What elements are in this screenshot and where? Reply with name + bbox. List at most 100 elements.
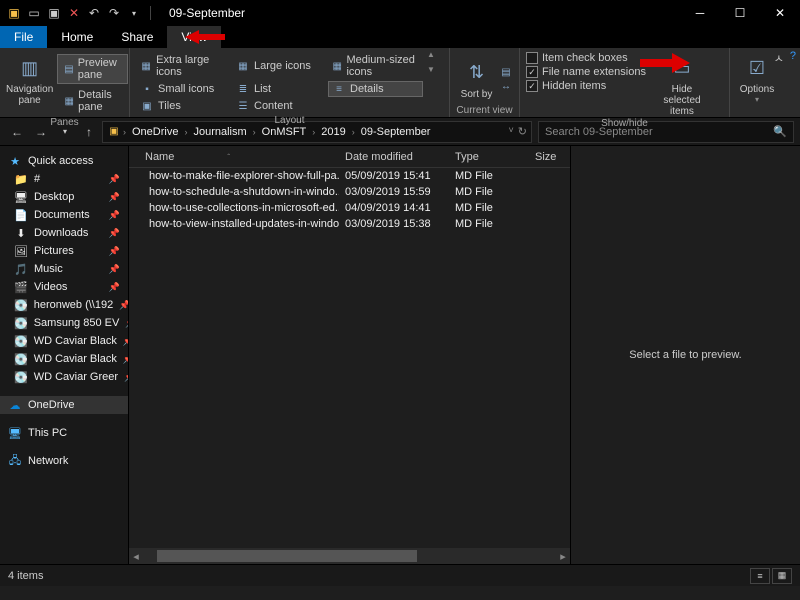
sidebar-thispc[interactable]: 🖥This PC	[0, 424, 128, 442]
tab-file[interactable]: File	[0, 26, 47, 48]
horizontal-scrollbar[interactable]: ◂ ▸	[129, 548, 570, 564]
onedrive-icon: ☁	[8, 398, 22, 412]
sidebar-item-icon: 📁	[14, 172, 28, 186]
view-details-btn[interactable]: ≡	[750, 568, 770, 584]
file-row[interactable]: how-to-use-collections-in-microsoft-ed..…	[129, 200, 570, 216]
view-thumbs-btn[interactable]: ▦	[772, 568, 792, 584]
sidebar-item-icon: 🎵	[14, 262, 28, 276]
file-row[interactable]: how-to-make-file-explorer-show-full-pa..…	[129, 168, 570, 184]
delete-icon[interactable]: ✕	[66, 5, 82, 21]
layout-scroll-up[interactable]: ▲	[427, 50, 435, 59]
layout-list[interactable]: ≣List	[232, 81, 327, 97]
annotation-arrow-view	[185, 28, 225, 46]
layout-medium[interactable]: ▦Medium-sized icons	[328, 52, 423, 80]
status-bar: 4 items ≡ ▦	[0, 564, 800, 586]
small-icon: ▪	[140, 83, 154, 95]
sidebar-item-11[interactable]: 💽WD Caviar Greer📌	[0, 368, 128, 386]
pin-icon: 📌	[109, 228, 120, 239]
quick-access[interactable]: ★Quick access	[0, 152, 128, 170]
sidebar-item-icon: 💽	[14, 334, 28, 348]
sidebar-item-2[interactable]: 📄Documents📌	[0, 206, 128, 224]
col-name[interactable]: Name ˆ	[139, 151, 339, 163]
large-icon: ▦	[236, 60, 250, 72]
sidebar-item-icon: 💽	[14, 352, 28, 366]
status-count: 4 items	[8, 570, 43, 582]
minimize-button[interactable]: ─	[680, 0, 720, 26]
check-extensions[interactable]: ✓File name extensions	[526, 66, 646, 78]
col-size[interactable]: Size	[529, 151, 569, 163]
sidebar: ★Quick access 📁#📌🖥Desktop📌📄Documents📌⬇Do…	[0, 146, 128, 564]
tab-share[interactable]: Share	[107, 26, 167, 48]
address-dropdown-icon[interactable]: ˅	[509, 125, 514, 138]
checkbox-ext[interactable]: ✓	[526, 66, 538, 78]
sidebar-item-7[interactable]: 💽heronweb (\\192📌	[0, 296, 128, 314]
sidebar-item-icon: 💽	[14, 298, 28, 312]
sidebar-item-icon: 💽	[14, 370, 28, 384]
scroll-thumb[interactable]	[157, 550, 417, 562]
layout-details[interactable]: ≡Details	[328, 81, 423, 97]
new-folder-icon[interactable]: ▣	[46, 5, 62, 21]
group-label-layout: Layout	[136, 114, 443, 127]
sidebar-item-icon: 💽	[14, 316, 28, 330]
ribbon-tabs: File Home Share View	[0, 26, 800, 48]
ribbon-collapse-icon[interactable]: ㅅ	[774, 50, 784, 66]
qat-dropdown-icon[interactable]: ▾	[126, 5, 142, 21]
help-icon[interactable]: ?	[790, 50, 796, 66]
sidebar-item-6[interactable]: 🎬Videos📌	[0, 278, 128, 296]
file-list[interactable]: how-to-make-file-explorer-show-full-pa..…	[129, 168, 570, 548]
sidebar-onedrive[interactable]: ☁OneDrive	[0, 396, 128, 414]
sidebar-item-0[interactable]: 📁#📌	[0, 170, 128, 188]
col-date[interactable]: Date modified	[339, 151, 449, 163]
layout-content[interactable]: ☰Content	[232, 98, 327, 114]
crumb-1[interactable]: Journalism	[189, 126, 250, 138]
crumb-3[interactable]: 2019	[317, 126, 349, 138]
crumb-2[interactable]: OnMSFT	[258, 126, 311, 138]
sidebar-item-9[interactable]: 💽WD Caviar Black📌	[0, 332, 128, 350]
scroll-right-icon[interactable]: ▸	[556, 550, 570, 563]
tiles-icon: ▣	[140, 100, 154, 112]
layout-large[interactable]: ▦Large icons	[232, 52, 327, 80]
layout-scroll-down[interactable]: ▼	[427, 65, 435, 74]
sidebar-item-4[interactable]: 🖼Pictures📌	[0, 242, 128, 260]
star-icon: ★	[8, 154, 22, 168]
layout-extra-large[interactable]: ▦Extra large icons	[136, 52, 231, 80]
options-button[interactable]: ☑ Options ▾	[736, 50, 778, 104]
add-columns-icon[interactable]: ▤	[499, 66, 513, 78]
sidebar-network[interactable]: 🖧Network	[0, 452, 128, 470]
checkbox-hidden[interactable]: ✓	[526, 80, 538, 92]
sidebar-item-1[interactable]: 🖥Desktop📌	[0, 188, 128, 206]
med-icon: ▦	[332, 60, 342, 72]
details-pane-button[interactable]: ▦Details pane	[57, 86, 128, 116]
properties-icon[interactable]: ▭	[26, 5, 42, 21]
layout-tiles[interactable]: ▣Tiles	[136, 98, 231, 114]
tab-home[interactable]: Home	[47, 26, 107, 48]
preview-pane-button[interactable]: ▤Preview pane	[57, 54, 128, 84]
group-label-curview: Current view	[456, 104, 513, 117]
crumb-4[interactable]: 09-September	[357, 126, 435, 138]
size-columns-icon[interactable]: ↔	[499, 80, 513, 92]
col-type[interactable]: Type	[449, 151, 529, 163]
sort-by-button[interactable]: ⇅ Sort by	[456, 55, 497, 100]
file-row[interactable]: how-to-schedule-a-shutdown-in-windo...03…	[129, 184, 570, 200]
sidebar-item-5[interactable]: 🎵Music📌	[0, 260, 128, 278]
navigation-pane-button[interactable]: ▥ Navigation pane	[6, 50, 53, 106]
group-label-panes: Panes	[6, 116, 123, 129]
close-button[interactable]: ✕	[760, 0, 800, 26]
pc-icon: 🖥	[8, 426, 22, 440]
sidebar-item-10[interactable]: 💽WD Caviar Black📌	[0, 350, 128, 368]
file-row[interactable]: how-to-view-installed-updates-in-windo..…	[129, 216, 570, 232]
check-item-boxes[interactable]: Item check boxes	[526, 52, 646, 64]
maximize-button[interactable]: ☐	[720, 0, 760, 26]
navigation-pane-icon: ▥	[16, 54, 44, 82]
layout-small[interactable]: ▪Small icons	[136, 81, 231, 97]
sort-icon: ⇅	[463, 59, 491, 87]
check-hidden[interactable]: ✓Hidden items	[526, 80, 646, 92]
sidebar-item-8[interactable]: 💽Samsung 850 EV📌	[0, 314, 128, 332]
sidebar-item-3[interactable]: ⬇Downloads📌	[0, 224, 128, 242]
checkbox-itemboxes[interactable]	[526, 52, 538, 64]
scroll-left-icon[interactable]: ◂	[129, 550, 143, 563]
undo-icon[interactable]: ↶	[86, 5, 102, 21]
crumb-0[interactable]: OneDrive	[128, 126, 182, 138]
sidebar-item-icon: 🖥	[14, 190, 28, 204]
redo-icon[interactable]: ↷	[106, 5, 122, 21]
